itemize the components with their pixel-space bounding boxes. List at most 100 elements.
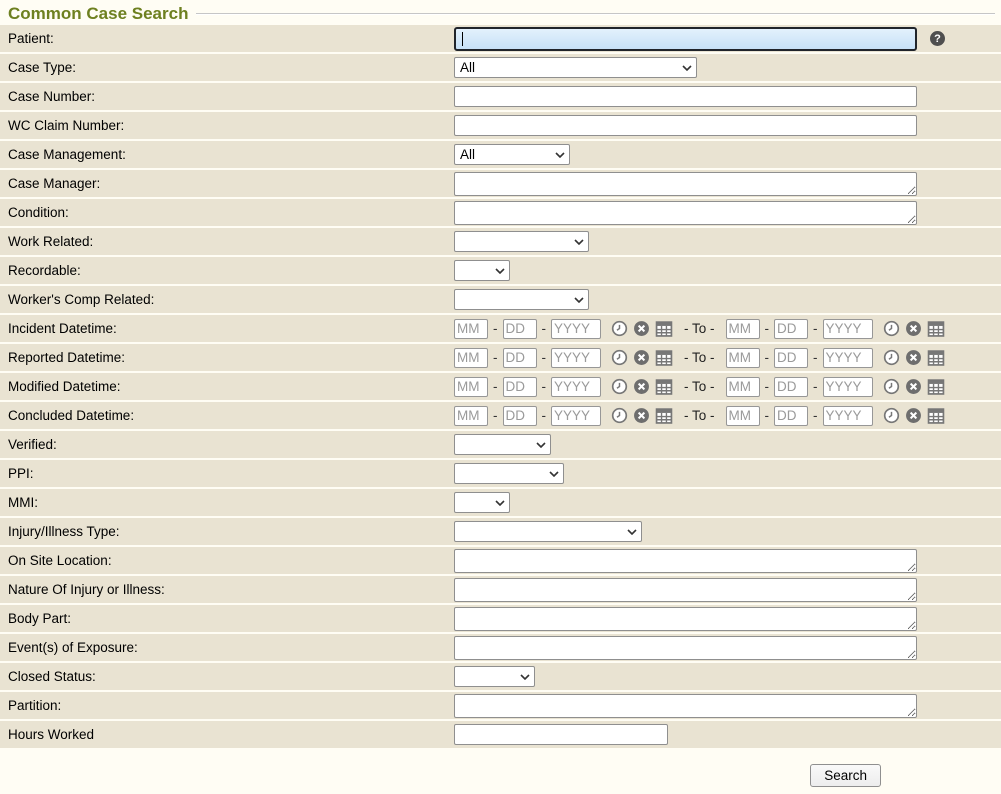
case-management-select[interactable]: All xyxy=(454,144,570,165)
clear-date-icon[interactable] xyxy=(633,349,650,366)
calendar-icon[interactable] xyxy=(655,349,673,366)
reported-from-month-input[interactable] xyxy=(454,348,488,368)
chevron-down-icon xyxy=(495,500,505,506)
date-dash: - xyxy=(765,379,770,394)
concluded-from-day-input[interactable] xyxy=(503,406,537,426)
time-picker-icon[interactable] xyxy=(611,349,628,366)
hours-worked-input[interactable] xyxy=(454,724,668,745)
clear-date-icon[interactable] xyxy=(633,320,650,337)
chevron-down-icon xyxy=(574,297,584,303)
form-actions: Search xyxy=(0,764,1001,787)
header-divider xyxy=(196,13,995,15)
modified-to-month-input[interactable] xyxy=(726,377,760,397)
form-row: Nature Of Injury or Illness: xyxy=(0,576,1001,603)
incident-from-day-input[interactable] xyxy=(503,319,537,339)
search-button[interactable]: Search xyxy=(810,764,881,787)
reported-to-day-input[interactable] xyxy=(774,348,808,368)
field-label: Incident Datetime: xyxy=(0,321,454,336)
events-of-exposure-textarea[interactable] xyxy=(454,636,917,660)
work-related-select[interactable] xyxy=(454,231,589,252)
date-dash: - xyxy=(765,321,770,336)
clear-date-icon[interactable] xyxy=(905,349,922,366)
field-label: Case Number: xyxy=(0,89,454,104)
clear-date-icon[interactable] xyxy=(633,407,650,424)
concluded-to-month-input[interactable] xyxy=(726,406,760,426)
incident-to-day-input[interactable] xyxy=(774,319,808,339)
clear-date-icon[interactable] xyxy=(905,320,922,337)
field-label: Case Manager: xyxy=(0,176,454,191)
concluded-from-month-input[interactable] xyxy=(454,406,488,426)
modified-to-day-input[interactable] xyxy=(774,377,808,397)
clear-date-icon[interactable] xyxy=(905,378,922,395)
body-part-textarea[interactable] xyxy=(454,607,917,631)
time-picker-icon[interactable] xyxy=(883,320,900,337)
incident-to-month-input[interactable] xyxy=(726,319,760,339)
form-row: PPI: xyxy=(0,460,1001,487)
concluded-to-year-input[interactable] xyxy=(823,406,873,426)
field-label: Work Related: xyxy=(0,234,454,249)
modified-from-month-input[interactable] xyxy=(454,377,488,397)
to-label: - To - xyxy=(684,321,715,336)
concluded-to-day-input[interactable] xyxy=(774,406,808,426)
modified-from-year-input[interactable] xyxy=(551,377,601,397)
incident-from-year-input[interactable] xyxy=(551,319,601,339)
condition-textarea[interactable] xyxy=(454,201,917,225)
calendar-icon[interactable] xyxy=(655,378,673,395)
nature-of-injury-textarea[interactable] xyxy=(454,578,917,602)
time-picker-icon[interactable] xyxy=(611,407,628,424)
case-manager-textarea[interactable] xyxy=(454,172,917,196)
chevron-down-icon xyxy=(574,239,584,245)
calendar-icon[interactable] xyxy=(655,407,673,424)
field-label: Case Type: xyxy=(0,60,454,75)
modified-from-day-input[interactable] xyxy=(503,377,537,397)
reported-to-year-input[interactable] xyxy=(823,348,873,368)
reported-to-month-input[interactable] xyxy=(726,348,760,368)
field-label: Modified Datetime: xyxy=(0,379,454,394)
ppi-select[interactable] xyxy=(454,463,564,484)
field-label: Nature Of Injury or Illness: xyxy=(0,582,454,597)
patient-input[interactable] xyxy=(454,27,917,51)
calendar-icon[interactable] xyxy=(927,407,945,424)
date-dash: - xyxy=(542,379,547,394)
concluded-from-year-input[interactable] xyxy=(551,406,601,426)
calendar-icon[interactable] xyxy=(655,320,673,337)
incident-to-year-input[interactable] xyxy=(823,319,873,339)
form-row: MMI: xyxy=(0,489,1001,516)
field-label: Verified: xyxy=(0,437,454,452)
calendar-icon[interactable] xyxy=(927,349,945,366)
injury-illness-type-select[interactable] xyxy=(454,521,642,542)
modified-to-year-input[interactable] xyxy=(823,377,873,397)
reported-from-year-input[interactable] xyxy=(551,348,601,368)
reported-from-day-input[interactable] xyxy=(503,348,537,368)
on-site-location-textarea[interactable] xyxy=(454,549,917,573)
clear-date-icon[interactable] xyxy=(633,378,650,395)
help-icon[interactable]: ? xyxy=(930,31,945,46)
time-picker-icon[interactable] xyxy=(611,378,628,395)
form-row: Worker's Comp Related: xyxy=(0,286,1001,313)
closed-status-select[interactable] xyxy=(454,666,535,687)
date-dash: - xyxy=(493,321,498,336)
calendar-icon[interactable] xyxy=(927,320,945,337)
incident-from-month-input[interactable] xyxy=(454,319,488,339)
time-picker-icon[interactable] xyxy=(883,407,900,424)
date-dash: - xyxy=(493,350,498,365)
mmi-select[interactable] xyxy=(454,492,510,513)
form-row: Incident Datetime: - - - To - - - xyxy=(0,315,1001,342)
common-case-search-form: Patient: ? Case Type: All Case Number: W… xyxy=(0,25,1001,748)
case-type-select[interactable]: All xyxy=(454,57,697,78)
time-picker-icon[interactable] xyxy=(883,378,900,395)
date-dash: - xyxy=(813,321,818,336)
time-picker-icon[interactable] xyxy=(883,349,900,366)
wc-claim-number-input[interactable] xyxy=(454,115,917,136)
calendar-icon[interactable] xyxy=(927,378,945,395)
field-label: Condition: xyxy=(0,205,454,220)
time-picker-icon[interactable] xyxy=(611,320,628,337)
recordable-select[interactable] xyxy=(454,260,510,281)
field-label: Concluded Datetime: xyxy=(0,408,454,423)
clear-date-icon[interactable] xyxy=(905,407,922,424)
workers-comp-related-select[interactable] xyxy=(454,289,589,310)
case-number-input[interactable] xyxy=(454,86,917,107)
verified-select[interactable] xyxy=(454,434,551,455)
chevron-down-icon xyxy=(555,152,565,158)
partition-textarea[interactable] xyxy=(454,694,917,718)
